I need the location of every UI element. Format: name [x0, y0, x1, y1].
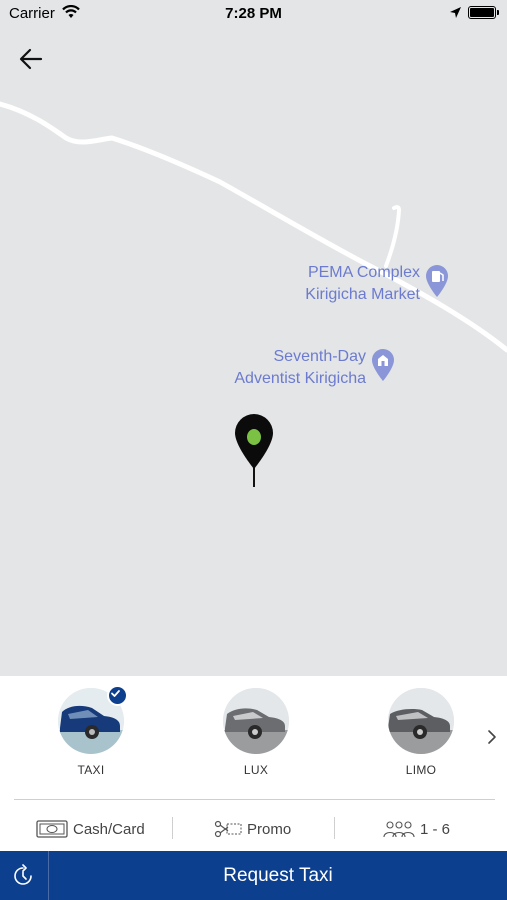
- map-place-label: PEMA Complex Kirigicha Market: [305, 264, 420, 303]
- passenger-count-button[interactable]: 1 - 6: [383, 818, 450, 840]
- payment-method-label: Cash/Card: [73, 820, 145, 838]
- promo-button[interactable]: Promo: [214, 818, 291, 840]
- vehicle-option-taxi[interactable]: TAXI: [58, 685, 128, 777]
- ride-options-panel: TAXI LUX LIMO Cash/Card Promo 1 - 6: [0, 676, 507, 851]
- vehicle-image: [388, 688, 454, 754]
- vehicle-label: LUX: [243, 763, 269, 777]
- vehicle-label: TAXI: [77, 763, 105, 777]
- fuel-station-icon[interactable]: [424, 264, 450, 298]
- status-bar: Carrier 7:28 PM: [0, 0, 507, 28]
- cash-icon: [36, 820, 68, 838]
- status-time: 7:28 PM: [225, 5, 282, 22]
- map-view[interactable]: PEMA Complex Kirigicha Market Seventh-Da…: [0, 0, 507, 676]
- map-roads: [0, 101, 507, 353]
- vehicle-label: LIMO: [405, 763, 437, 777]
- schedule-ride-button[interactable]: [0, 851, 49, 900]
- schedule-clock-icon: [14, 863, 32, 885]
- promo-label: Promo: [247, 820, 292, 838]
- battery-icon: [468, 6, 499, 19]
- selected-check-icon: [107, 685, 128, 706]
- vehicle-image: [58, 685, 128, 754]
- vehicle-option-lux[interactable]: LUX: [223, 688, 289, 777]
- chevron-right-icon[interactable]: [486, 728, 498, 746]
- back-button[interactable]: [16, 44, 46, 74]
- church-icon[interactable]: [370, 348, 396, 382]
- divider: [334, 817, 335, 839]
- passengers-icon: [383, 821, 415, 838]
- vehicle-option-limo[interactable]: LIMO: [388, 688, 454, 777]
- lux-car-icon: [223, 688, 289, 754]
- request-taxi-button[interactable]: Request Taxi: [49, 851, 507, 900]
- vehicle-image: [223, 688, 289, 754]
- passenger-count-label: 1 - 6: [420, 820, 451, 838]
- location-arrow-icon: [450, 7, 461, 18]
- request-bar: Request Taxi: [0, 851, 507, 900]
- limo-car-icon: [388, 688, 454, 754]
- scissors-coupon-icon: [214, 820, 242, 838]
- divider: [172, 817, 173, 839]
- arrow-left-icon: [19, 48, 43, 70]
- map-place-label: Seventh-Day Adventist Kirigicha: [234, 348, 366, 387]
- divider: [14, 799, 495, 800]
- map-pin-icon[interactable]: [234, 413, 274, 489]
- payment-method-button[interactable]: Cash/Card: [36, 818, 145, 840]
